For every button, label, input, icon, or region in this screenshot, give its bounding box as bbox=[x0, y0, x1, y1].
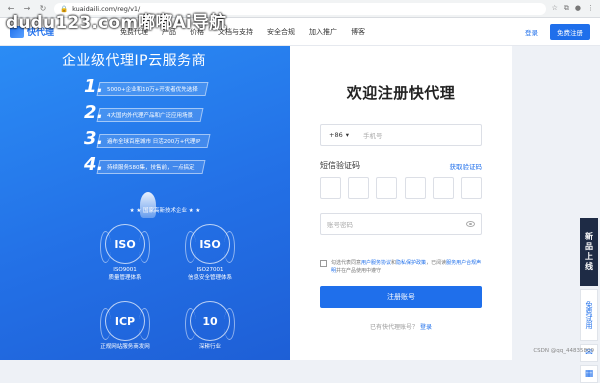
feature-item: 2. 4大国内外代理产品和广泛应用场景 bbox=[84, 102, 204, 125]
chevron-down-icon: ▾ bbox=[345, 131, 349, 139]
nav-item-blog[interactable]: 博客 bbox=[351, 27, 365, 37]
cert-iso27001: ISO ISO27001 信息安全管理体系 bbox=[180, 224, 240, 282]
cert-desc: 信息安全管理体系 bbox=[187, 275, 232, 281]
country-code-value: +86 bbox=[329, 131, 343, 139]
new-product-button[interactable]: 新品上线 bbox=[580, 218, 598, 286]
login-prompt: 已有快代理账号？ 登录 bbox=[290, 322, 512, 331]
cert-icp: ICP 正规网站服务商发网 bbox=[95, 301, 155, 351]
cert-desc: 深耕行业 bbox=[198, 344, 221, 350]
phone-input[interactable]: 手机号 bbox=[355, 130, 383, 140]
eye-icon[interactable] bbox=[466, 221, 475, 227]
feature-item: 4. 持续服务580集，技售前，一点搞定 bbox=[84, 154, 205, 177]
menu-icon[interactable]: ⋮ bbox=[587, 4, 594, 13]
promo-title: 企业级代理IP云服务商 bbox=[62, 53, 207, 69]
password-field[interactable]: 账号密码 bbox=[320, 213, 482, 235]
watermark-text: dudu123.com嘟嘟Ai导航 bbox=[6, 13, 227, 33]
profile-icon[interactable]: ● bbox=[575, 4, 581, 13]
register-button[interactable]: 免费注册 bbox=[550, 23, 590, 40]
nav-item-compliance[interactable]: 安全合规 bbox=[267, 27, 295, 37]
code-digit-input[interactable] bbox=[376, 177, 398, 199]
login-prompt-text: 已有快代理账号？ bbox=[370, 324, 419, 331]
promo-panel: 企业级代理IP云服务商 1. 5000+企业和10万+开发者优先选择 2. 4大… bbox=[0, 46, 290, 360]
icp-badge-icon: ICP bbox=[100, 301, 150, 341]
feature-text: 持续服务580集，技售前，一点搞定 bbox=[107, 165, 195, 171]
agreement-checkbox[interactable] bbox=[320, 260, 327, 267]
free-trial-button[interactable]: 免费试用 bbox=[580, 289, 598, 341]
feature-text: 5000+企业和10万+开发者优先选择 bbox=[107, 87, 198, 93]
code-digit-input[interactable] bbox=[404, 177, 426, 199]
qr-code-icon[interactable]: ▦ bbox=[580, 365, 598, 383]
login-link[interactable]: 登录 bbox=[525, 27, 538, 37]
code-digit-input[interactable] bbox=[432, 177, 454, 199]
user-agreement-link[interactable]: 用户服务协议 bbox=[361, 260, 391, 266]
agreement-text: 勾选代表同意用户服务协议和隐私保护政策，已阅读服务用户合规声明并在产品使用中遵守 bbox=[331, 259, 482, 275]
feature-text: 4大国内外代理产品和广泛应用场景 bbox=[107, 113, 194, 119]
code-digit-input[interactable] bbox=[460, 177, 482, 199]
agree-text-part: 并在产品使用中遵守 bbox=[336, 268, 382, 274]
iso-badge-icon: ISO bbox=[185, 224, 235, 264]
feature-item: 3. 遍布全球百座城市 日活200万+代理IP bbox=[84, 128, 211, 151]
submit-register-button[interactable]: 注册账号 bbox=[320, 286, 482, 308]
csdn-watermark: CSDN @qq_44835809 bbox=[533, 348, 594, 354]
cert-desc: 正规网站服务商发网 bbox=[100, 344, 150, 350]
floating-sidebar: 新品上线 免费试用 ✉ ▦ bbox=[580, 218, 598, 383]
sms-code-label: 短信验证码 bbox=[320, 161, 360, 170]
star-icon[interactable]: ☆ bbox=[552, 4, 558, 13]
cert-desc: 质量管理体系 bbox=[108, 275, 142, 281]
agreement-row: 勾选代表同意用户服务协议和隐私保护政策，已阅读服务用户合规声明并在产品使用中遵守 bbox=[320, 259, 482, 275]
feature-text: 遍布全球百座城市 日活200万+代理IP bbox=[107, 139, 201, 145]
tech-label: ★ ★ 国家高新技术企业 ★ ★ bbox=[129, 208, 201, 214]
phone-field[interactable]: +86 ▾ 手机号 bbox=[320, 124, 482, 146]
right-gutter: 新品上线 免费试用 ✉ ▦ CSDN @qq_44835809 bbox=[512, 46, 600, 383]
cert-iso9001: ISO ISO9001 质量管理体系 bbox=[95, 224, 155, 282]
register-form: 欢迎注册快代理 +86 ▾ 手机号 短信验证码 获取验证码 账号密码 勾选代表同… bbox=[290, 46, 512, 360]
sms-code-inputs bbox=[320, 177, 482, 199]
code-digit-input[interactable] bbox=[348, 177, 370, 199]
nav-item-affiliate[interactable]: 加入推广 bbox=[309, 27, 337, 37]
get-sms-code-link[interactable]: 获取验证码 bbox=[450, 161, 483, 171]
agree-text-part: 勾选代表同意 bbox=[331, 260, 362, 266]
cert-name: ISO27001 bbox=[196, 267, 224, 273]
years-badge-icon: 10 bbox=[185, 301, 235, 341]
flame-icon bbox=[140, 192, 156, 218]
cert-name: ISO9001 bbox=[113, 267, 137, 273]
form-title: 欢迎注册快代理 bbox=[346, 84, 456, 102]
iso-badge-icon: ISO bbox=[100, 224, 150, 264]
extensions-icon[interactable]: ⧉ bbox=[564, 4, 569, 13]
agree-text-part: ，已阅读 bbox=[426, 260, 447, 266]
cert-years: 10 深耕行业 bbox=[180, 301, 240, 351]
privacy-policy-link[interactable]: 隐私保护政策 bbox=[396, 260, 426, 266]
country-code-select[interactable]: +86 ▾ bbox=[321, 131, 355, 139]
password-input[interactable]: 账号密码 bbox=[327, 219, 353, 229]
login-prompt-link[interactable]: 登录 bbox=[420, 324, 432, 331]
code-digit-input[interactable] bbox=[320, 177, 341, 199]
feature-item: 1. 5000+企业和10万+开发者优先选择 bbox=[84, 76, 209, 99]
